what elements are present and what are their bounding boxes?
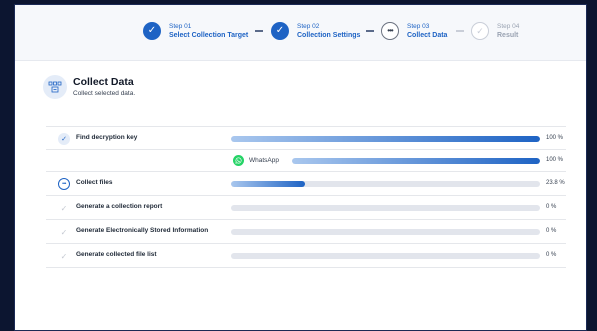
subtask-label: WhatsApp [249, 157, 279, 164]
progress-bar [231, 229, 540, 235]
progress-bar [292, 158, 540, 164]
step-title: Select Collection Target [169, 31, 249, 39]
page-title: Collect Data [73, 76, 134, 88]
step-result[interactable]: ✓ Step 04 Result [471, 19, 519, 43]
page-subtitle: Collect selected data. [73, 90, 136, 97]
task-label: Collect files [76, 179, 113, 186]
ellipsis-icon: ••• [381, 22, 399, 40]
step-collection-settings[interactable]: ✓ Step 02 Collection Settings [271, 19, 360, 43]
task-row-collect-files: ••• Collect files 23.8 % [46, 172, 566, 196]
task-label: Generate collected file list [76, 251, 157, 258]
step-connector [366, 30, 374, 32]
step-number: Step 02 [297, 22, 320, 30]
step-number: Step 03 [407, 22, 430, 30]
step-connector [456, 30, 464, 32]
check-icon: ✓ [60, 251, 68, 261]
progress-percent: 100 % [546, 157, 564, 163]
step-title: Collect Data [407, 31, 448, 39]
task-label: Find decryption key [76, 134, 138, 141]
task-label: Generate Electronically Stored Informati… [76, 227, 209, 234]
progress-bar [231, 136, 540, 142]
task-row-find-decryption-key: ✓ Find decryption key 100 % [46, 126, 566, 150]
data-collection-icon [43, 75, 67, 99]
progress-percent: 0 % [546, 252, 557, 258]
page-header: Collect Data Collect selected data. [43, 75, 135, 99]
ellipsis-icon: ••• [58, 178, 70, 190]
task-row-generate-collection-report: ✓ Generate a collection report 0 % [46, 196, 566, 220]
subtask-row-whatsapp: WhatsApp 100 % [46, 150, 566, 172]
step-number: Step 04 [497, 22, 520, 30]
progress-percent: 23.8 % [546, 180, 565, 186]
check-icon: ✓ [271, 22, 289, 40]
step-title: Collection Settings [297, 31, 361, 39]
progress-bar [231, 181, 540, 187]
task-list: ✓ Find decryption key 100 % WhatsApp 100… [46, 126, 566, 268]
main-window: ✓ Step 01 Select Collection Target ✓ Ste… [14, 4, 587, 331]
step-collect-data[interactable]: ••• Step 03 Collect Data [381, 19, 447, 43]
step-title: Result [497, 31, 519, 39]
step-select-collection-target[interactable]: ✓ Step 01 Select Collection Target [143, 19, 248, 43]
whatsapp-icon [233, 155, 244, 166]
check-icon: ✓ [471, 22, 489, 40]
progress-percent: 0 % [546, 204, 557, 210]
task-row-generate-esi: ✓ Generate Electronically Stored Informa… [46, 220, 566, 244]
step-number: Step 01 [169, 22, 192, 30]
task-row-generate-file-list: ✓ Generate collected file list 0 % [46, 244, 566, 268]
step-connector [255, 30, 263, 32]
progress-bar [231, 253, 540, 259]
progress-percent: 0 % [546, 228, 557, 234]
task-label: Generate a collection report [76, 203, 163, 210]
progress-percent: 100 % [546, 135, 564, 141]
wizard-stepper: ✓ Step 01 Select Collection Target ✓ Ste… [15, 5, 586, 61]
progress-fill [231, 136, 540, 142]
check-icon: ✓ [60, 227, 68, 237]
check-icon: ✓ [58, 133, 70, 145]
check-icon: ✓ [60, 203, 68, 213]
progress-fill [292, 158, 540, 164]
check-icon: ✓ [143, 22, 161, 40]
progress-fill [231, 181, 305, 187]
progress-bar [231, 205, 540, 211]
